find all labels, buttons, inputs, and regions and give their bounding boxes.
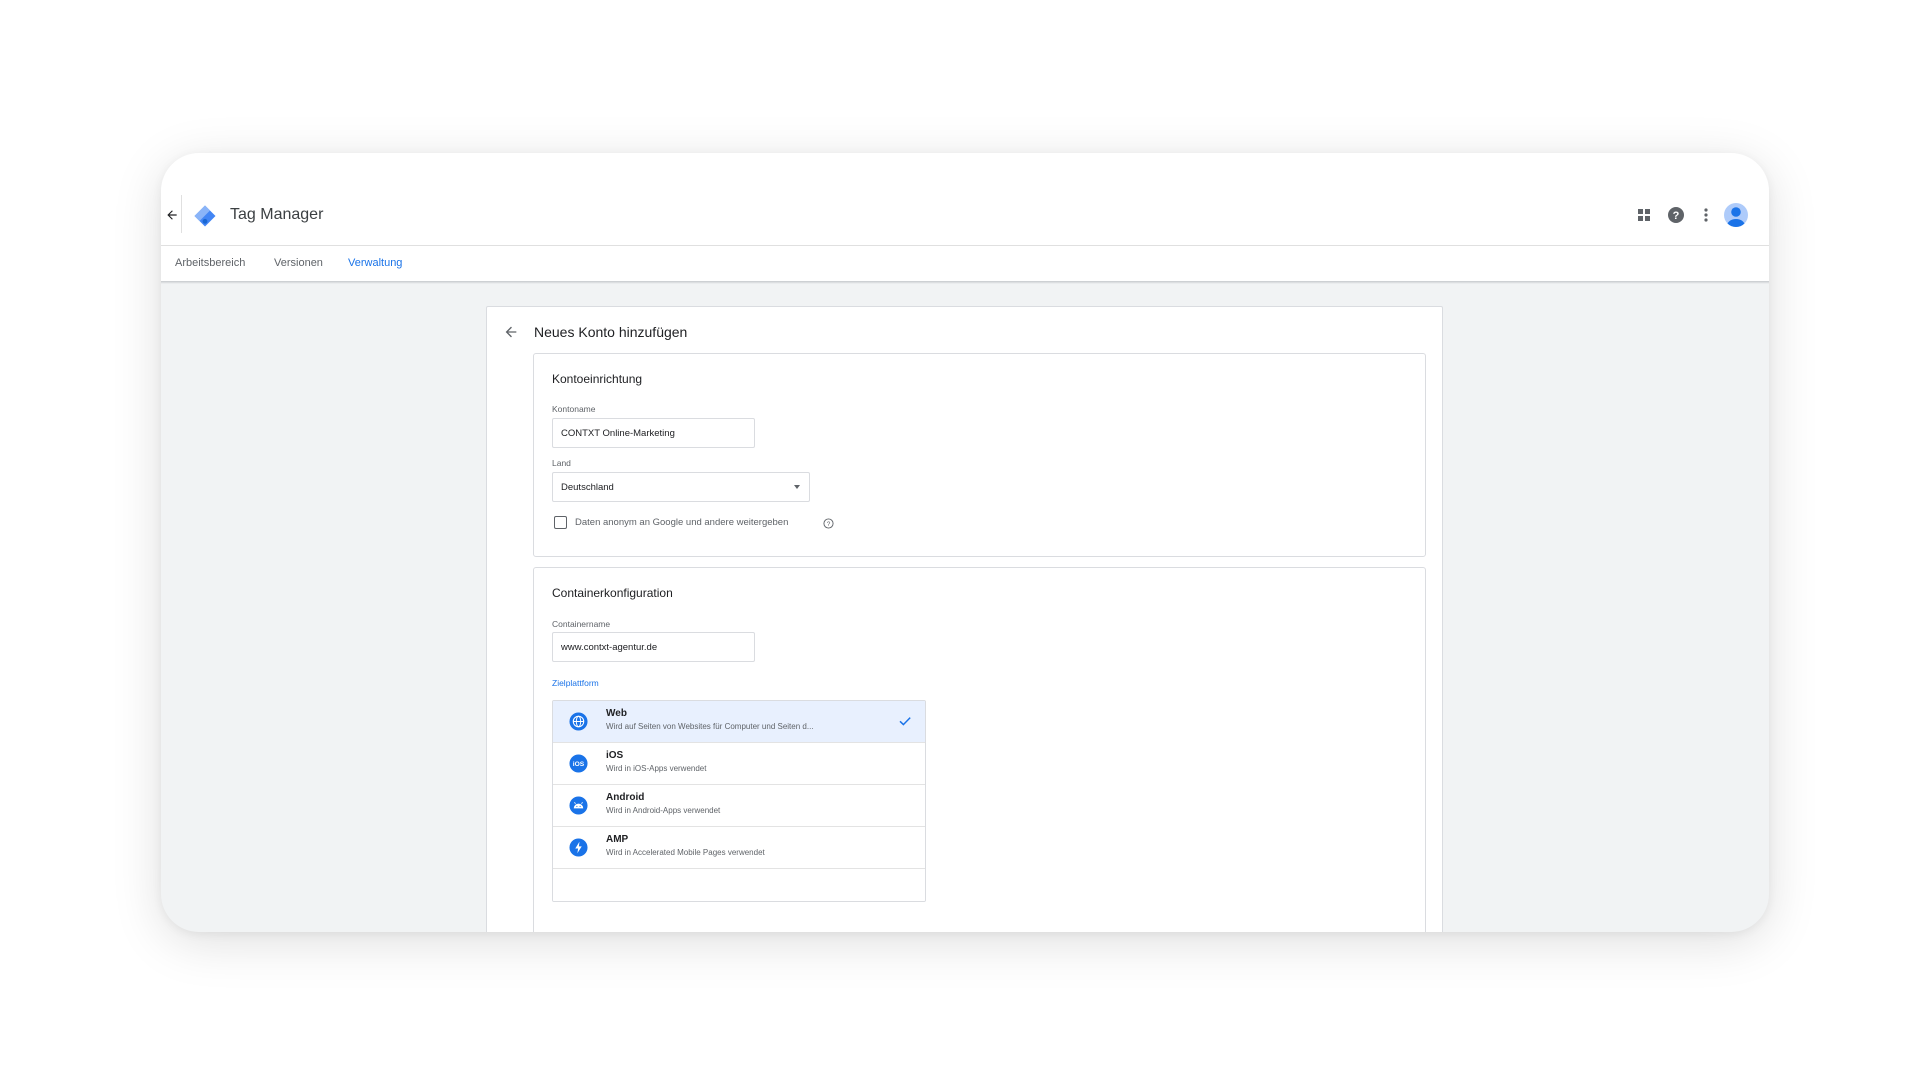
app-window: Tag Manager ? Arbeitsbereich Versionen V… xyxy=(161,153,1769,932)
country-select-value: Deutschland xyxy=(561,481,614,493)
nav-tabs: Arbeitsbereich Versionen Verwaltung xyxy=(161,253,1769,278)
tag-manager-logo-icon xyxy=(194,205,216,227)
platform-description: Wird in iOS-Apps verwendet xyxy=(606,764,707,773)
tab-verwaltung[interactable]: Verwaltung xyxy=(348,257,402,269)
account-setup-title: Kontoeinrichtung xyxy=(552,372,643,386)
tab-versionen[interactable]: Versionen xyxy=(274,257,323,269)
account-avatar[interactable] xyxy=(1723,202,1749,228)
platform-description: Wird in Accelerated Mobile Pages verwend… xyxy=(606,848,765,857)
account-name-label: Kontoname xyxy=(552,404,596,414)
globe-icon xyxy=(569,712,588,731)
platform-option-web[interactable]: Web Wird auf Seiten von Websites für Com… xyxy=(553,701,925,743)
help-icon[interactable]: ? xyxy=(1666,205,1686,225)
platform-option-ios[interactable]: iOS iOS Wird in iOS-Apps verwendet xyxy=(553,743,925,785)
country-select[interactable]: Deutschland xyxy=(552,472,810,502)
help-circle-icon[interactable]: ? xyxy=(823,518,834,529)
container-setup-section: Containerkonfiguration Containername www… xyxy=(533,567,1426,932)
card-back-arrow-icon[interactable] xyxy=(503,324,519,340)
country-label: Land xyxy=(552,458,571,468)
tab-arbeitsbereich[interactable]: Arbeitsbereich xyxy=(175,257,245,269)
header-divider xyxy=(181,195,182,233)
app-header: Tag Manager ? xyxy=(161,195,1769,233)
ios-icon: iOS xyxy=(569,754,588,773)
target-platform-label: Zielplattform xyxy=(552,678,599,688)
page-title: Neues Konto hinzufügen xyxy=(534,324,688,340)
container-name-input[interactable]: www.contxt-agentur.de xyxy=(552,632,755,662)
android-icon xyxy=(569,796,588,815)
platform-name: Web xyxy=(606,708,627,719)
amp-bolt-icon xyxy=(569,838,588,857)
new-account-card: Neues Konto hinzufügen Kontoeinrichtung … xyxy=(486,306,1443,932)
platform-list: Web Wird auf Seiten von Websites für Com… xyxy=(552,700,926,902)
platform-name: AMP xyxy=(606,834,629,845)
svg-text:?: ? xyxy=(1673,210,1680,222)
account-setup-section: Kontoeinrichtung Kontoname CONTXT Online… xyxy=(533,353,1426,557)
apps-grid-icon[interactable] xyxy=(1634,205,1654,225)
platform-name: iOS xyxy=(606,750,624,761)
platform-name: Android xyxy=(606,792,645,803)
platform-option-android[interactable]: Android Wird in Android-Apps verwendet xyxy=(553,785,925,827)
platform-option-more[interactable] xyxy=(553,869,925,901)
account-name-input[interactable]: CONTXT Online-Marketing xyxy=(552,418,755,448)
platform-description: Wird in Android-Apps verwendet xyxy=(606,806,721,815)
back-arrow-icon[interactable] xyxy=(165,208,179,222)
more-vert-icon[interactable] xyxy=(1696,205,1716,225)
chevron-down-icon xyxy=(794,485,800,489)
share-data-checkbox[interactable] xyxy=(554,516,567,529)
checkmark-icon xyxy=(899,717,911,726)
nav-shadow xyxy=(161,281,1769,284)
app-title: Tag Manager xyxy=(230,206,324,223)
platform-option-amp[interactable]: AMP Wird in Accelerated Mobile Pages ver… xyxy=(553,827,925,869)
container-name-label: Containername xyxy=(552,619,611,629)
platform-description: Wird auf Seiten von Websites für Compute… xyxy=(606,722,814,731)
svg-text:?: ? xyxy=(827,521,831,528)
container-setup-title: Containerkonfiguration xyxy=(552,586,673,600)
share-data-label: Daten anonym an Google und andere weiter… xyxy=(575,517,789,528)
svg-text:iOS: iOS xyxy=(573,761,585,768)
header-separator xyxy=(161,245,1769,246)
